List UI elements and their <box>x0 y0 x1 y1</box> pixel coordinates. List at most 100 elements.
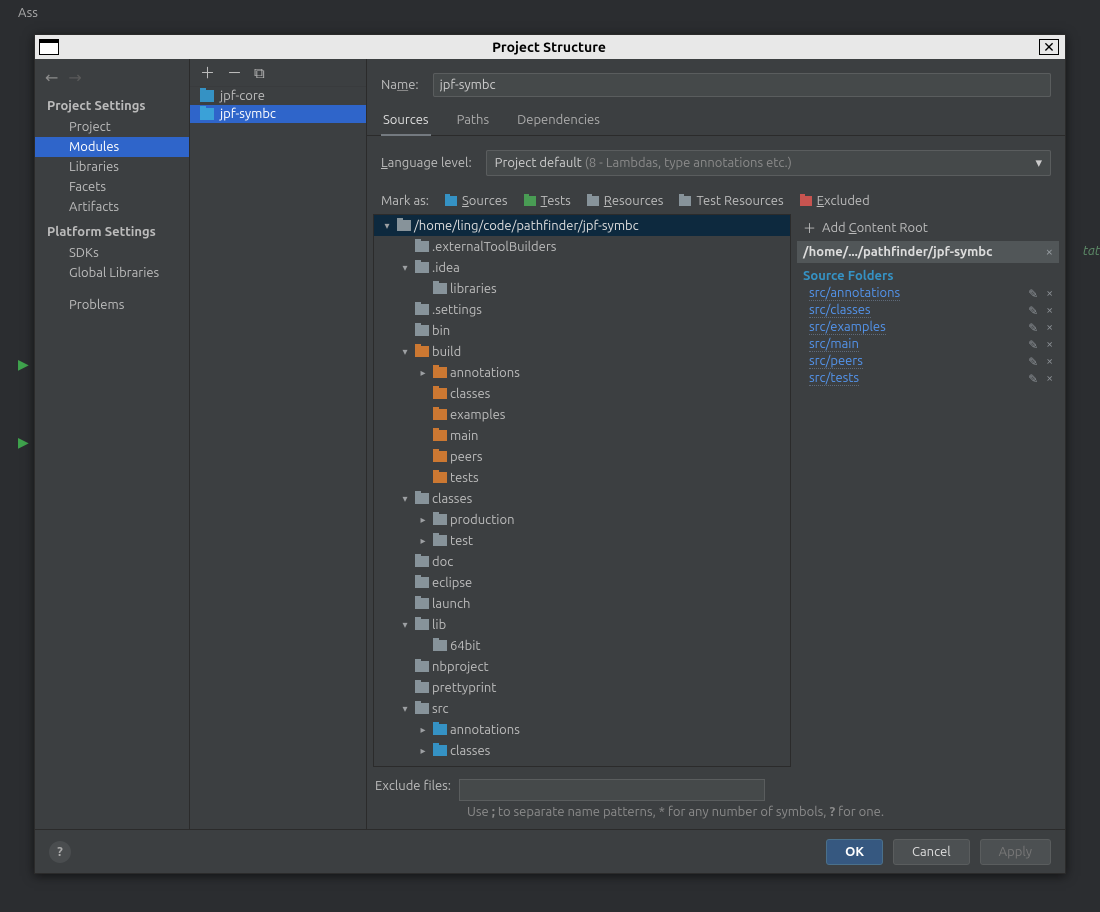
source-folder-link[interactable]: src/main <box>809 337 859 352</box>
tree-item[interactable]: .settings <box>374 299 790 320</box>
copy-module-button[interactable]: ⧉ <box>254 64 265 82</box>
tree-item[interactable]: ▾.idea <box>374 257 790 278</box>
edit-icon[interactable]: ✎ <box>1028 304 1038 318</box>
add-module-button[interactable]: ＋ <box>200 62 215 83</box>
remove-content-root[interactable]: × <box>1046 245 1053 259</box>
tree-item[interactable]: ▸annotations <box>374 719 790 740</box>
remove-icon[interactable]: × <box>1046 287 1053 300</box>
edit-icon[interactable]: ✎ <box>1028 321 1038 335</box>
ok-button[interactable]: OK <box>826 839 883 865</box>
nav-problems[interactable]: Problems <box>35 295 189 315</box>
source-folder-link[interactable]: src/examples <box>809 320 886 335</box>
chevron-icon[interactable]: ▸ <box>416 724 430 736</box>
folder-icon <box>433 640 447 651</box>
nav-project[interactable]: Project <box>35 117 189 137</box>
tree-item[interactable]: prettyprint <box>374 677 790 698</box>
tree-item[interactable]: ▸test <box>374 530 790 551</box>
mark-excluded[interactable]: Excluded <box>800 194 870 208</box>
chevron-down-icon: ▾ <box>1035 156 1042 171</box>
chevron-icon[interactable]: ▾ <box>398 703 412 715</box>
apply-button[interactable]: Apply <box>980 839 1051 865</box>
tree-item[interactable]: doc <box>374 551 790 572</box>
chevron-icon[interactable]: ▸ <box>416 745 430 757</box>
tree-item[interactable]: bin <box>374 320 790 341</box>
tree-item[interactable]: launch <box>374 593 790 614</box>
tree-label: annotations <box>450 366 520 380</box>
close-button[interactable]: ✕ <box>1039 39 1059 55</box>
gutter-run-icon: ▶ <box>18 356 29 373</box>
tab-dependencies[interactable]: Dependencies <box>515 107 602 135</box>
chevron-icon[interactable]: ▸ <box>416 367 430 379</box>
chevron-icon[interactable]: ▾ <box>398 346 412 358</box>
tree-item[interactable]: ▸production <box>374 509 790 530</box>
chevron-icon[interactable]: ▾ <box>398 262 412 274</box>
edit-icon[interactable]: ✎ <box>1028 355 1038 369</box>
nav-modules[interactable]: Modules <box>35 137 189 157</box>
tree-item[interactable]: .externalToolBuilders <box>374 236 790 257</box>
source-folder-link[interactable]: src/annotations <box>809 286 900 301</box>
remove-module-button[interactable]: － <box>227 62 242 83</box>
remove-icon[interactable]: × <box>1046 355 1053 368</box>
tree-item[interactable]: main <box>374 425 790 446</box>
nav-facets[interactable]: Facets <box>35 177 189 197</box>
chevron-icon[interactable]: ▸ <box>416 514 430 526</box>
chevron-icon[interactable]: ▾ <box>398 493 412 505</box>
mark-resources[interactable]: Resources <box>587 194 664 208</box>
nav-global-libraries[interactable]: Global Libraries <box>35 263 189 283</box>
source-tree[interactable]: ▾/home/ling/code/pathfinder/jpf-symbc.ex… <box>373 214 791 767</box>
tree-item[interactable]: ▾lib <box>374 614 790 635</box>
module-jpf-symbc[interactable]: jpf-symbc <box>190 105 366 123</box>
source-folder-link[interactable]: src/tests <box>809 371 859 386</box>
tree-item[interactable]: 64bit <box>374 635 790 656</box>
source-folder-link[interactable]: src/peers <box>809 354 863 369</box>
source-folder-link[interactable]: src/classes <box>809 303 871 318</box>
tree-label: bin <box>432 324 450 338</box>
chevron-icon[interactable]: ▾ <box>398 619 412 631</box>
nav-sdks[interactable]: SDKs <box>35 243 189 263</box>
nav-back-icon[interactable]: ← <box>45 68 58 87</box>
edit-icon[interactable]: ✎ <box>1028 338 1038 352</box>
content-root-path[interactable]: /home/.../pathfinder/jpf-symbc × <box>797 241 1059 263</box>
nav-artifacts[interactable]: Artifacts <box>35 197 189 217</box>
nav-heading: Project Settings <box>35 91 189 117</box>
exclude-files-input[interactable] <box>459 779 765 801</box>
help-button[interactable]: ? <box>49 841 71 863</box>
remove-icon[interactable]: × <box>1046 338 1053 351</box>
tree-item[interactable]: tests <box>374 467 790 488</box>
remove-icon[interactable]: × <box>1046 372 1053 385</box>
tree-label: classes <box>450 744 490 758</box>
edit-icon[interactable]: ✎ <box>1028 287 1038 301</box>
project-structure-dialog: Project Structure ✕ ← → Project Settings… <box>34 34 1066 874</box>
add-content-root[interactable]: ＋ Add Content Root <box>797 214 1059 241</box>
nav-libraries[interactable]: Libraries <box>35 157 189 177</box>
tree-item[interactable]: ▾classes <box>374 488 790 509</box>
tree-item[interactable]: examples <box>374 404 790 425</box>
tree-item[interactable]: nbproject <box>374 656 790 677</box>
tree-item[interactable]: ▸ annotations <box>374 362 790 383</box>
module-name-input[interactable] <box>433 73 1051 97</box>
mark-sources[interactable]: Sources <box>445 194 508 208</box>
edit-icon[interactable]: ✎ <box>1028 372 1038 386</box>
mark-tests[interactable]: Tests <box>524 194 571 208</box>
module-label: jpf-symbc <box>220 107 276 121</box>
folder-icon <box>415 703 429 714</box>
remove-icon[interactable]: × <box>1046 304 1053 317</box>
tree-item[interactable]: peers <box>374 446 790 467</box>
cancel-button[interactable]: Cancel <box>893 839 970 865</box>
language-level-select[interactable]: Project default (8 - Lambdas, type annot… <box>486 150 1051 176</box>
tree-item[interactable]: ▸ classes <box>374 740 790 761</box>
tree-item[interactable]: eclipse <box>374 572 790 593</box>
module-jpf-core[interactable]: jpf-core <box>190 87 366 105</box>
mark-test-resources[interactable]: Test Resources <box>679 194 783 208</box>
tree-item[interactable]: ▾build <box>374 341 790 362</box>
folder-icon <box>415 493 429 504</box>
tree-item[interactable]: classes <box>374 383 790 404</box>
tree-item[interactable]: libraries <box>374 278 790 299</box>
tree-item[interactable]: ▾src <box>374 698 790 719</box>
dialog-title: Project Structure <box>59 39 1039 55</box>
remove-icon[interactable]: × <box>1046 321 1053 334</box>
tree-root[interactable]: ▾/home/ling/code/pathfinder/jpf-symbc <box>374 215 790 236</box>
chevron-icon[interactable]: ▸ <box>416 535 430 547</box>
tab-sources[interactable]: Sources <box>381 107 431 135</box>
tab-paths[interactable]: Paths <box>455 107 492 135</box>
